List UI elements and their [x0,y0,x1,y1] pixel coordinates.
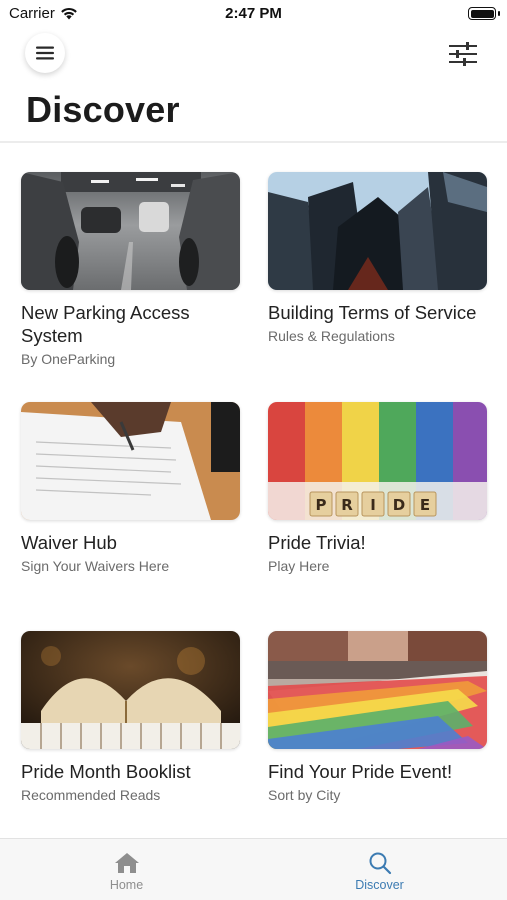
letter-tile-label: D [393,496,405,514]
open-book-photo [21,631,240,749]
discover-card-waiver-hub[interactable]: Waiver Hub Sign Your Waivers Here [21,402,240,574]
battery-cap [498,11,500,16]
letter-tile-label: R [341,496,353,514]
discover-card-pride-event[interactable]: Find Your Pride Event! Sort by City [268,631,487,803]
card-image[interactable]: PRIDE [268,402,487,520]
card-subtitle: Sign Your Waivers Here [21,558,170,574]
card-title: New Parking Access System [21,302,190,346]
signing-document-photo [21,402,240,520]
letter-tile-label: E [420,496,430,514]
discover-card-parking[interactable]: New Parking Access System By OneParking [21,172,240,367]
hamburger-menu-icon [36,46,54,60]
tab-discover[interactable]: Discover [253,839,506,900]
discover-card-pride-booklist[interactable]: Pride Month Booklist Recommended Reads [21,631,240,803]
letter-tile-label: I [370,496,376,514]
parking-garage-photo [21,172,240,290]
pride-tiles-photo: PRIDE [268,402,487,520]
filter-button[interactable] [447,40,479,68]
tab-label: Discover [355,878,404,892]
letter-tile: D [387,491,411,517]
home-icon [114,853,139,873]
card-subtitle: Recommended Reads [21,787,161,803]
card-image[interactable] [268,631,487,749]
card-image[interactable] [21,172,240,290]
tab-label: Home [109,878,144,892]
letter-tile: I [361,491,385,517]
card-image[interactable] [21,631,240,749]
card-subtitle: Sort by City [268,787,341,803]
card-title: Building Terms of Service [268,302,477,323]
battery-level [470,9,494,18]
pride-letter-tiles: PRIDE [309,491,437,517]
search-icon [369,852,391,875]
skyscrapers-photo [268,172,487,290]
card-title: Pride Month Booklist [21,761,191,782]
status-bar: Carrier 2:47 PM [0,0,507,28]
discover-card-pride-trivia[interactable]: PRIDE Pride Trivia! Play Here [268,402,487,574]
card-title: Waiver Hub [21,532,117,553]
menu-button[interactable] [25,33,65,73]
page-title: Discover [26,89,180,130]
letter-tile: P [309,491,333,517]
letter-tile: E [413,491,437,517]
card-subtitle: By OneParking [21,351,116,367]
card-subtitle: Rules & Regulations [268,328,395,344]
card-image[interactable] [268,172,487,290]
sliders-icon [449,42,477,66]
card-title: Find Your Pride Event! [268,761,453,782]
letter-tile-label: P [316,496,327,514]
letter-tile: R [335,491,359,517]
discover-card-building-terms[interactable]: Building Terms of Service Rules & Regula… [268,172,487,344]
card-title: Pride Trivia! [268,532,366,553]
status-time: 2:47 PM [225,5,282,22]
header-divider [0,141,507,143]
battery-icon [468,7,496,20]
tab-home[interactable]: Home [0,839,253,900]
card-image[interactable] [21,402,240,520]
tab-bar: Home Discover [0,838,507,900]
pride-parade-photo [268,631,487,749]
card-subtitle: Play Here [268,558,330,574]
